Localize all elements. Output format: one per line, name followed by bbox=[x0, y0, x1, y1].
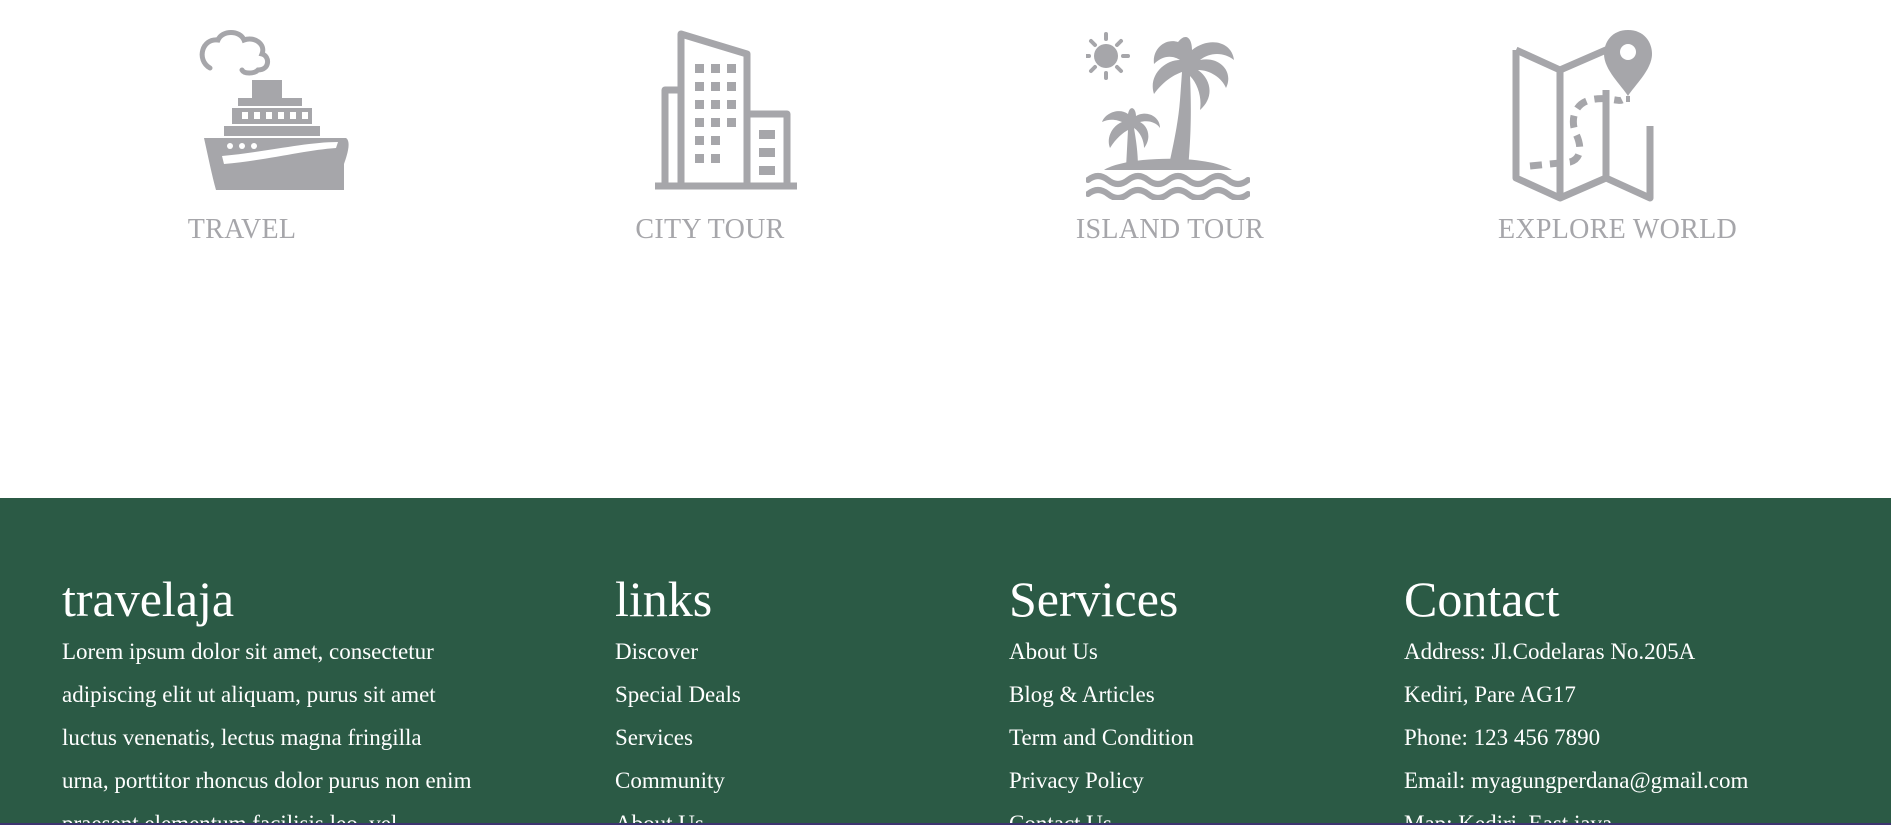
contact-map: Map: Kediri, East java bbox=[1404, 811, 1613, 825]
feature-label: CITY TOUR bbox=[635, 214, 785, 245]
feature-label: TRAVEL bbox=[187, 214, 297, 245]
footer-brand-column: travelaja Lorem ipsum dolor sit amet, co… bbox=[62, 572, 542, 825]
footer-link-special-deals[interactable]: Special Deals bbox=[615, 673, 975, 716]
features-section: TRAVEL CITY TOUR ISLAND TOUR EXPLORE WOR… bbox=[0, 0, 1891, 498]
description-line: Lorem ipsum dolor sit amet, consectetur bbox=[62, 639, 434, 664]
description-line: urna, porttitor rhoncus dolor purus non … bbox=[62, 768, 472, 793]
footer-service-blog-articles[interactable]: Blog & Articles bbox=[1009, 673, 1389, 716]
contact-email[interactable]: Email: myagungperdana@gmail.com bbox=[1404, 759, 1874, 802]
footer-link-community[interactable]: Community bbox=[615, 759, 975, 802]
footer-services-column: Services About Us Blog & Articles Term a… bbox=[1009, 572, 1389, 825]
footer-link-services[interactable]: Services bbox=[615, 716, 975, 759]
footer-service-about-us[interactable]: About Us bbox=[1009, 630, 1389, 673]
footer-brand-title: travelaja bbox=[62, 571, 235, 627]
footer-links-column: links Discover Special Deals Services Co… bbox=[615, 572, 975, 825]
footer-services-title: Services bbox=[1009, 571, 1179, 627]
page: TRAVEL CITY TOUR ISLAND TOUR EXPLORE WOR… bbox=[0, 0, 1891, 825]
footer-links-title: links bbox=[615, 571, 713, 627]
palm-island-icon bbox=[1086, 32, 1250, 200]
description-line: praesent elementum facilisis leo, vel bbox=[62, 811, 398, 825]
feature-label: ISLAND TOUR bbox=[1075, 214, 1265, 245]
footer-link-discover[interactable]: Discover bbox=[615, 630, 975, 673]
contact-address-line-2: Kediri, Pare AG17 bbox=[1404, 682, 1576, 707]
contact-address-line-1: Address: Jl.Codelaras No.205A bbox=[1404, 639, 1696, 664]
description-line: luctus venenatis, lectus magna fringilla bbox=[62, 725, 422, 750]
footer-contact-column: Contact Address: Jl.Codelaras No.205A Ke… bbox=[1404, 572, 1874, 825]
footer-service-privacy-policy[interactable]: Privacy Policy bbox=[1009, 759, 1389, 802]
footer-contact-title: Contact bbox=[1404, 571, 1560, 627]
description-line: adipiscing elit ut aliquam, purus sit am… bbox=[62, 682, 436, 707]
footer-service-contact-us[interactable]: Contact Us bbox=[1009, 802, 1389, 825]
footer-service-terms[interactable]: Term and Condition bbox=[1009, 716, 1389, 759]
cruise-ship-icon bbox=[199, 30, 349, 190]
contact-phone: Phone: 123 456 7890 bbox=[1404, 725, 1601, 750]
folded-map-pin-icon bbox=[1512, 30, 1654, 202]
feature-label: EXPLORE WORLD bbox=[1497, 214, 1738, 245]
footer-brand-description: Lorem ipsum dolor sit amet, consectetur … bbox=[62, 630, 542, 825]
footer-link-about-us[interactable]: About Us bbox=[615, 802, 975, 825]
footer: travelaja Lorem ipsum dolor sit amet, co… bbox=[0, 498, 1891, 825]
city-buildings-icon bbox=[655, 30, 797, 190]
